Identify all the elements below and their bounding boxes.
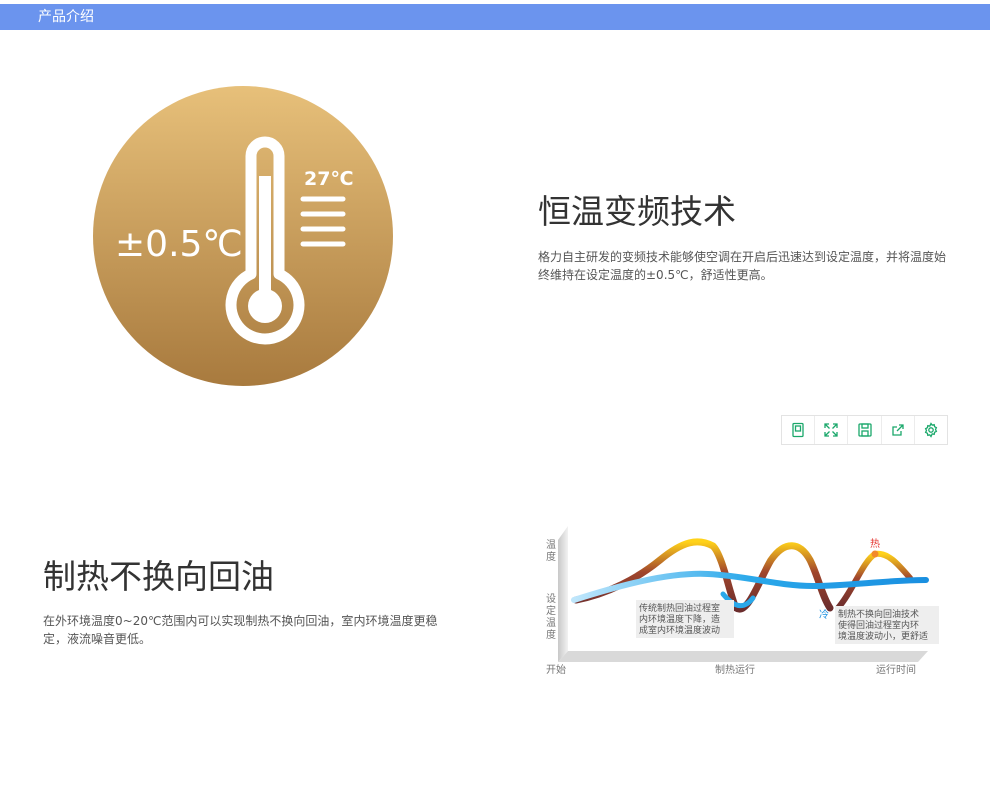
y-label-char: 温 <box>546 539 556 551</box>
share-button[interactable] <box>882 416 915 444</box>
note-left-line: 内环境温度下降，造 <box>639 613 720 625</box>
y-label-char: 定 <box>546 604 556 617</box>
save-image-button[interactable] <box>782 416 816 444</box>
header-bar: 产品介绍 <box>0 4 990 30</box>
feature-title-oil-return: 制热不换向回油 <box>43 557 274 596</box>
note-left-line: 传统制热回油过程室 <box>639 602 720 614</box>
fullscreen-icon <box>824 423 838 437</box>
settings-button[interactable] <box>915 416 947 444</box>
settings-icon <box>924 422 938 438</box>
fullscreen-button[interactable] <box>815 416 849 444</box>
feature-title-constant-temp: 恒温变频技术 <box>538 192 736 231</box>
feature-desc-oil-return: 在外环境温度0~20℃范围内可以实现制热不换向回油，室内环境温度更稳定，液流噪音… <box>43 614 438 646</box>
note-left-line: 成室内环境温度波动 <box>639 624 720 636</box>
badge-value: ±0.5℃ <box>115 224 243 265</box>
badge-temp: 27℃ <box>304 168 353 190</box>
save-icon <box>857 423 872 437</box>
cold-label: 冷 <box>819 608 829 621</box>
y-label-char: 设 <box>546 593 556 605</box>
x-label-mid: 制热运行 <box>715 663 755 676</box>
save-button[interactable] <box>848 416 882 444</box>
note-right-line: 制热不换向回油技术 <box>838 608 919 620</box>
hot-label: 热 <box>870 537 880 550</box>
chart-toolbar <box>781 415 948 445</box>
y-label-char: 温 <box>546 617 556 629</box>
x-label-start: 开始 <box>546 663 566 676</box>
hot-marker <box>871 550 879 558</box>
share-icon <box>892 424 904 436</box>
thermometer-badge: 27℃ ±0.5℃ <box>93 86 393 386</box>
y-axis-wall <box>558 526 568 662</box>
x-axis-floor <box>558 651 928 662</box>
feature-desc-constant-temp: 格力自主研发的变频技术能够使空调在开启后迅速达到设定温度，并将温度始终维持在设定… <box>538 250 947 282</box>
save-image-icon <box>792 422 804 438</box>
y-label-char: 度 <box>546 628 556 641</box>
y-label-char: 度 <box>546 550 556 563</box>
note-right-line: 使得回油过程室内环 <box>838 619 919 631</box>
x-label-end: 运行时间 <box>876 663 916 676</box>
header-title: 产品介绍 <box>38 9 94 25</box>
note-right-line: 境温度波动小，更舒适 <box>838 630 928 642</box>
oil-return-diagram: 温 度 设 定 温 度 开始 制热运行 运行时间 热 冷 传统制热回油过程室 内… <box>546 526 939 676</box>
